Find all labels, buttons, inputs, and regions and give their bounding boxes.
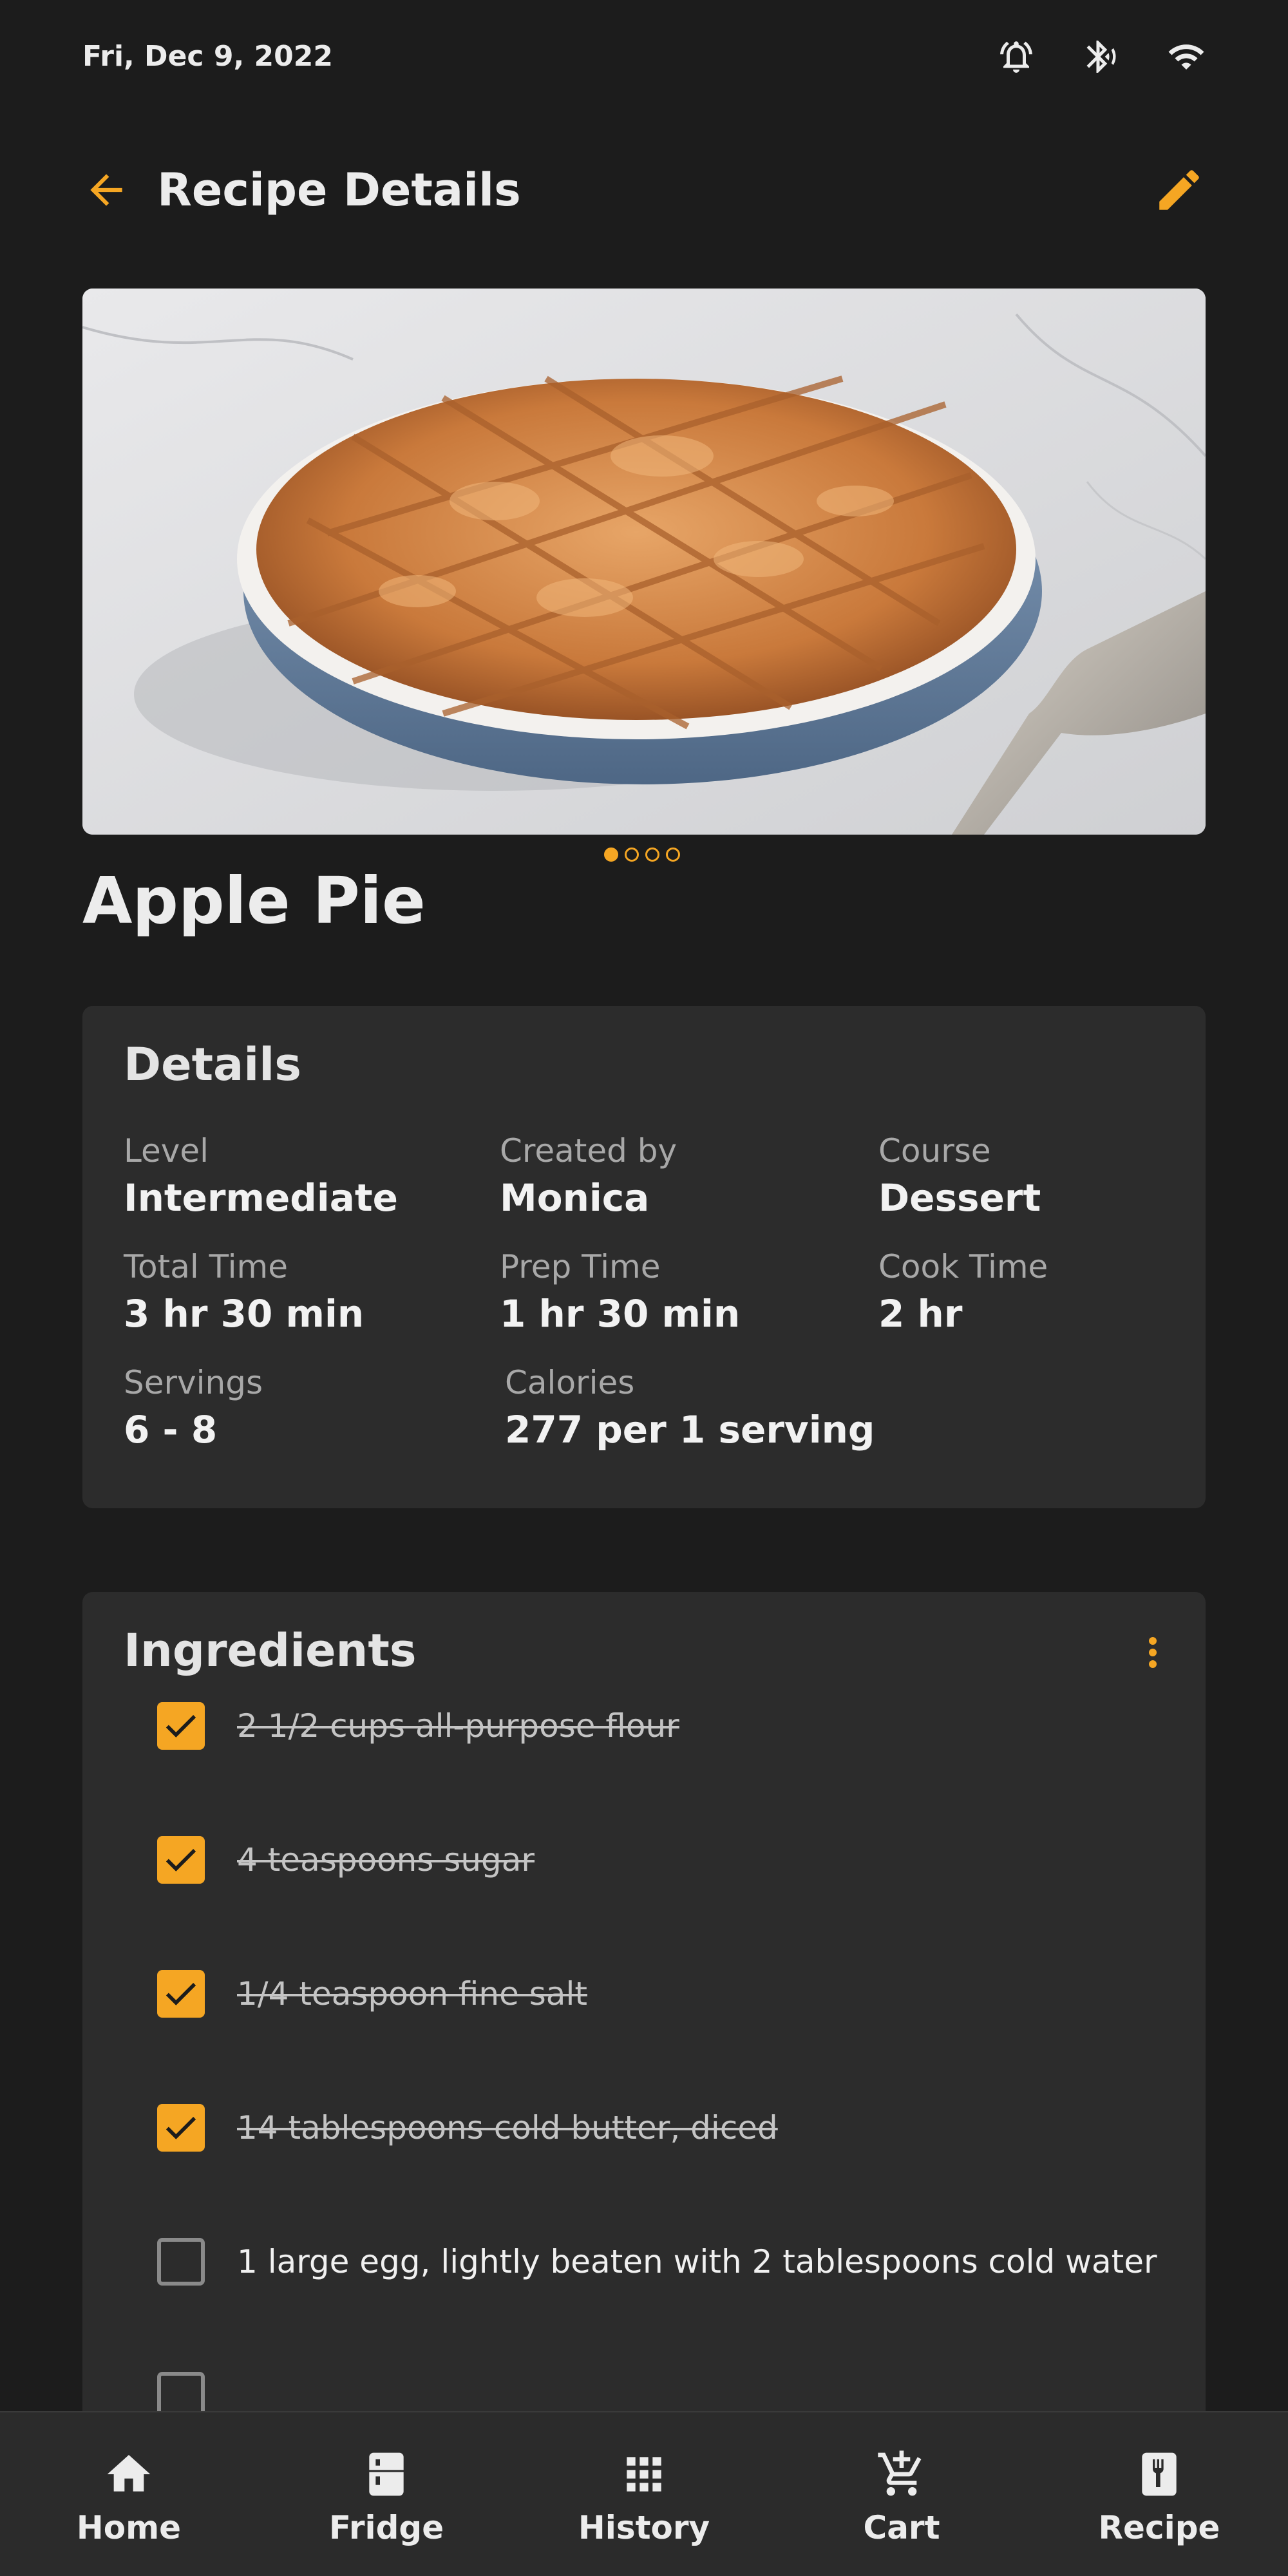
wifi-icon [1167, 37, 1206, 76]
detail-level: Level Intermediate [124, 1132, 398, 1220]
detail-value: Dessert [878, 1176, 1041, 1220]
check-icon [166, 2117, 196, 2139]
nav-fridge[interactable]: Fridge [258, 2412, 515, 2576]
detail-value: 2 hr [878, 1292, 963, 1336]
detail-value: 277 per 1 serving [505, 1408, 875, 1452]
edit-button[interactable] [1153, 164, 1206, 216]
checkbox-checked[interactable] [157, 1970, 205, 2018]
back-button[interactable] [82, 166, 130, 214]
detail-cook-time: Cook Time 2 hr [878, 1248, 1048, 1336]
ingredient-text: 14 tablespoons cold butter, diced [237, 2109, 778, 2146]
details-card: Details Level Intermediate Created by Mo… [82, 1006, 1206, 1508]
ingredients-title: Ingredients [124, 1624, 417, 1677]
nav-label: Home [76, 2509, 182, 2546]
checkbox-checked[interactable] [157, 1702, 205, 1750]
carousel-dot[interactable] [645, 848, 659, 862]
status-icons [997, 37, 1206, 76]
detail-label: Created by [500, 1132, 677, 1170]
ingredient-item[interactable]: 2 1/2 cups all-purpose flour [157, 1700, 679, 1752]
detail-value: Intermediate [124, 1176, 398, 1220]
detail-total-time: Total Time 3 hr 30 min [124, 1248, 364, 1336]
grid-icon [627, 2457, 661, 2492]
detail-value: 1 hr 30 min [500, 1292, 741, 1336]
detail-prep-time: Prep Time 1 hr 30 min [500, 1248, 740, 1336]
more-vert-icon-dot [1149, 1637, 1157, 1645]
nav-cart[interactable]: Cart [773, 2412, 1030, 2576]
ingredient-text: 1 large egg, lightly beaten with 2 table… [237, 2243, 1157, 2280]
detail-value: 3 hr 30 min [124, 1292, 365, 1336]
nav-label: History [578, 2509, 710, 2546]
nav-home[interactable]: Home [0, 2412, 258, 2576]
app-bar: Recipe Details [82, 155, 1206, 225]
detail-label: Course [878, 1132, 991, 1170]
bottom-navigation: Home Fridge History Cart Recipe [0, 2411, 1288, 2576]
status-bar: Fri, Dec 9, 2022 [82, 37, 1206, 76]
home-icon [107, 2455, 151, 2492]
pencil-icon [1159, 170, 1199, 210]
ingredients-card: Ingredients 2 1/2 cups all-purpose flour… [82, 1592, 1206, 2429]
more-options-button[interactable] [1141, 1633, 1164, 1672]
detail-label: Prep Time [500, 1248, 661, 1285]
page-title: Recipe Details [157, 164, 521, 216]
details-title: Details [124, 1038, 301, 1091]
recipe-details-screen: Fri, Dec 9, 2022 Recipe Details Apple Pi… [0, 0, 1288, 2576]
detail-label: Level [124, 1132, 209, 1170]
ingredient-item[interactable]: 4 teaspoons sugar [157, 1834, 535, 1886]
detail-label: Servings [124, 1364, 263, 1401]
more-vert-icon-dot [1149, 1660, 1157, 1668]
arrow-back-icon [90, 174, 122, 206]
detail-created-by: Created by Monica [500, 1132, 677, 1220]
more-vert-icon-dot [1149, 1649, 1157, 1656]
nav-label: Recipe [1098, 2509, 1220, 2546]
ingredient-text: 4 teaspoons sugar [237, 1841, 535, 1879]
checkbox-unchecked[interactable] [157, 2238, 205, 2286]
detail-value: Monica [500, 1176, 650, 1220]
status-date: Fri, Dec 9, 2022 [82, 40, 333, 73]
carousel-dot-active[interactable] [604, 848, 618, 862]
fridge-icon [369, 2452, 404, 2496]
bluetooth-icon [1082, 37, 1121, 76]
apple-pie-image [82, 289, 1206, 835]
nav-history[interactable]: History [515, 2412, 773, 2576]
carousel-dots [604, 848, 680, 862]
ingredient-text: 1/4 teaspoon fine salt [237, 1975, 587, 2012]
detail-calories: Calories 277 per 1 serving [505, 1364, 875, 1452]
detail-label: Calories [505, 1364, 635, 1401]
carousel-dot[interactable] [666, 848, 680, 862]
recipe-photo[interactable] [82, 289, 1206, 835]
nav-label: Fridge [328, 2509, 444, 2546]
detail-label: Total Time [124, 1248, 289, 1285]
alarm-icon [997, 37, 1036, 76]
ingredient-item[interactable]: 1 large egg, lightly beaten with 2 table… [157, 2236, 1157, 2287]
check-icon [166, 1849, 196, 1871]
carousel-dot[interactable] [625, 848, 639, 862]
recipe-name: Apple Pie [82, 863, 426, 938]
nav-recipe[interactable]: Recipe [1030, 2412, 1288, 2576]
checkbox-checked[interactable] [157, 2104, 205, 2152]
recipe-book-icon [1142, 2452, 1177, 2496]
detail-course: Course Dessert [878, 1132, 1041, 1220]
nav-label: Cart [863, 2509, 940, 2546]
ingredient-item[interactable]: 14 tablespoons cold butter, diced [157, 2102, 778, 2154]
ingredient-item[interactable]: 1/4 teaspoon fine salt [157, 1968, 587, 2020]
checkbox-checked[interactable] [157, 1836, 205, 1884]
check-icon [166, 1715, 196, 1738]
cart-icon [878, 2450, 922, 2496]
detail-label: Cook Time [878, 1248, 1048, 1285]
detail-value: 6 - 8 [124, 1408, 218, 1452]
check-icon [166, 1983, 196, 2005]
ingredient-text: 2 1/2 cups all-purpose flour [237, 1707, 679, 1745]
detail-servings: Servings 6 - 8 [124, 1364, 263, 1452]
